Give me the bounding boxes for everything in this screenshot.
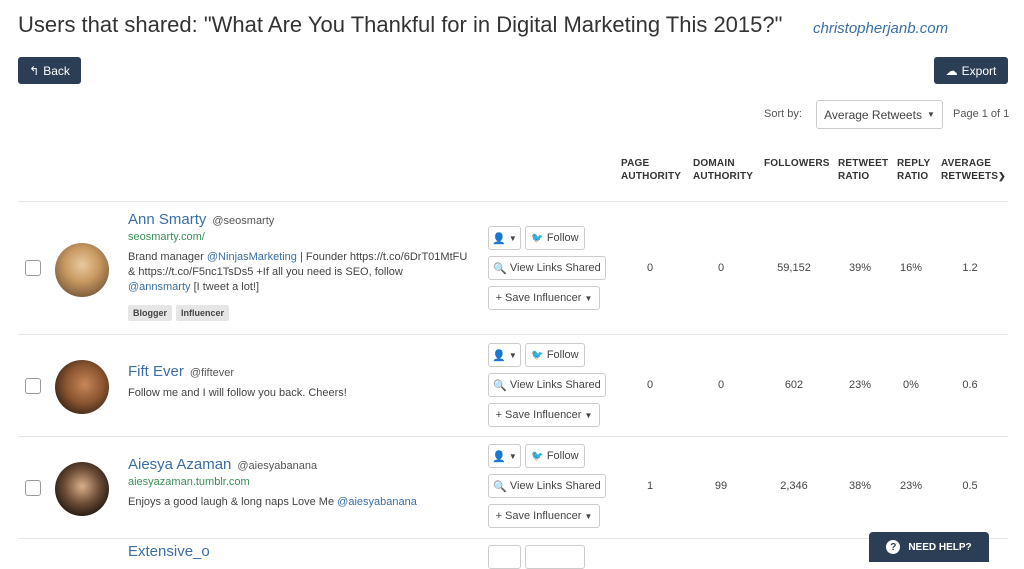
- save-influencer-button[interactable]: + Save Influencer ▼: [488, 403, 600, 427]
- twitter-icon: 🐦: [531, 232, 544, 244]
- domain-authority-value: 99: [714, 480, 728, 492]
- row-checkbox[interactable]: [25, 480, 41, 496]
- follow-button[interactable]: 🐦 Follow: [525, 226, 585, 250]
- view-links-button[interactable]: 🔍 View Links Shared: [488, 256, 606, 280]
- reply-ratio-value: 0%: [903, 379, 919, 391]
- reply-ratio-value: 23%: [899, 480, 923, 492]
- save-influencer-button[interactable]: + Save Influencer ▼: [488, 286, 600, 310]
- domain-authority-value: 0: [717, 262, 725, 274]
- col-reply-ratio[interactable]: REPLY RATIO: [897, 157, 930, 183]
- user-menu-button[interactable]: 👤 ▼: [488, 226, 521, 250]
- follow-button[interactable]: 🐦 Follow: [525, 343, 585, 367]
- user-menu-button[interactable]: 👤 ▼: [488, 444, 521, 468]
- sort-label: Sort by:: [764, 108, 802, 120]
- caret-down-icon: ▼: [926, 110, 935, 119]
- plus-icon: +: [495, 292, 503, 304]
- chevron-down-icon: ❯: [998, 171, 1006, 181]
- tag-list: Blogger Influencer: [128, 305, 230, 321]
- col-page-authority[interactable]: PAGE AUTHORITY: [621, 157, 681, 183]
- plus-icon: +: [495, 510, 503, 522]
- domain-authority-value: 0: [717, 379, 725, 391]
- question-icon: ?: [886, 540, 901, 554]
- user-url[interactable]: seosmarty.com/: [128, 231, 205, 243]
- average-retweets-value: 0.5: [962, 480, 978, 492]
- user-menu-button[interactable]: 👤 ▼: [488, 343, 521, 367]
- page-authority-value: 0: [646, 379, 654, 391]
- user-bio: Brand manager @NinjasMarketing | Founder…: [128, 251, 468, 293]
- view-links-button[interactable]: 🔍 View Links Shared: [488, 373, 606, 397]
- view-links-button[interactable]: 🔍 View Links Shared: [488, 474, 606, 498]
- need-help-button[interactable]: ? NEED HELP?: [869, 532, 989, 562]
- divider: [18, 436, 1008, 437]
- follow-button[interactable]: [525, 545, 585, 569]
- page-authority-value: 1: [646, 480, 654, 492]
- followers-value: 602: [784, 379, 804, 391]
- twitter-icon: 🐦: [531, 450, 544, 462]
- follow-button[interactable]: 🐦 Follow: [525, 444, 585, 468]
- col-domain-authority[interactable]: DOMAIN AUTHORITY: [693, 157, 753, 183]
- avatar: [55, 243, 109, 297]
- back-button[interactable]: ↰ Back: [18, 57, 81, 84]
- search-icon: 🔍: [493, 262, 507, 275]
- average-retweets-value: 1.2: [962, 262, 978, 274]
- avatar: [55, 462, 109, 516]
- export-button[interactable]: ☁ Export: [934, 57, 1008, 84]
- user-icon: 👤: [492, 349, 506, 362]
- col-followers[interactable]: FOLLOWERS: [764, 157, 830, 170]
- user-name[interactable]: Aiesya Azaman @aiesyabanana: [128, 456, 317, 473]
- user-url[interactable]: aiesyazaman.tumblr.com: [128, 476, 250, 488]
- followers-value: 2,346: [780, 480, 808, 492]
- divider: [18, 538, 1008, 539]
- twitter-icon: 🐦: [531, 349, 544, 361]
- reply-arrow-icon: ↰: [29, 63, 40, 78]
- site-watermark: christopherjanb.com: [813, 20, 949, 37]
- cloud-download-icon: ☁: [945, 63, 958, 78]
- reply-ratio-value: 16%: [899, 262, 923, 274]
- page-info: Page 1 of 1: [953, 108, 1010, 120]
- plus-icon: +: [495, 409, 503, 421]
- tag-badge: Influencer: [176, 305, 230, 321]
- user-name[interactable]: Ann Smarty @seosmarty: [128, 211, 274, 228]
- page-title: Users that shared: "What Are You Thankfu…: [18, 12, 783, 37]
- col-retweet-ratio[interactable]: RETWEET RATIO: [838, 157, 888, 183]
- divider: [18, 201, 1008, 202]
- user-icon: 👤: [492, 232, 506, 245]
- user-menu-button[interactable]: [488, 545, 521, 569]
- average-retweets-value: 0.6: [962, 379, 978, 391]
- user-name[interactable]: Fift Ever @fiftever: [128, 363, 234, 380]
- user-bio: Follow me and I will follow you back. Ch…: [128, 387, 347, 399]
- tag-badge: Blogger: [128, 305, 173, 321]
- col-average-retweets[interactable]: AVERAGE RETWEETS❯: [941, 157, 1006, 183]
- page-authority-value: 0: [646, 262, 654, 274]
- sort-select[interactable]: Average Retweets ▼: [816, 100, 943, 129]
- row-checkbox[interactable]: [25, 378, 41, 394]
- user-bio: Enjoys a good laugh & long naps Love Me …: [128, 496, 417, 508]
- user-icon: 👤: [492, 450, 506, 463]
- followers-value: 59,152: [777, 262, 811, 274]
- avatar: [55, 360, 109, 414]
- user-name[interactable]: Extensive_o: [128, 543, 210, 560]
- search-icon: 🔍: [493, 480, 507, 493]
- save-influencer-button[interactable]: + Save Influencer ▼: [488, 504, 600, 528]
- row-checkbox[interactable]: [25, 260, 41, 276]
- search-icon: 🔍: [493, 379, 507, 392]
- divider: [18, 334, 1008, 335]
